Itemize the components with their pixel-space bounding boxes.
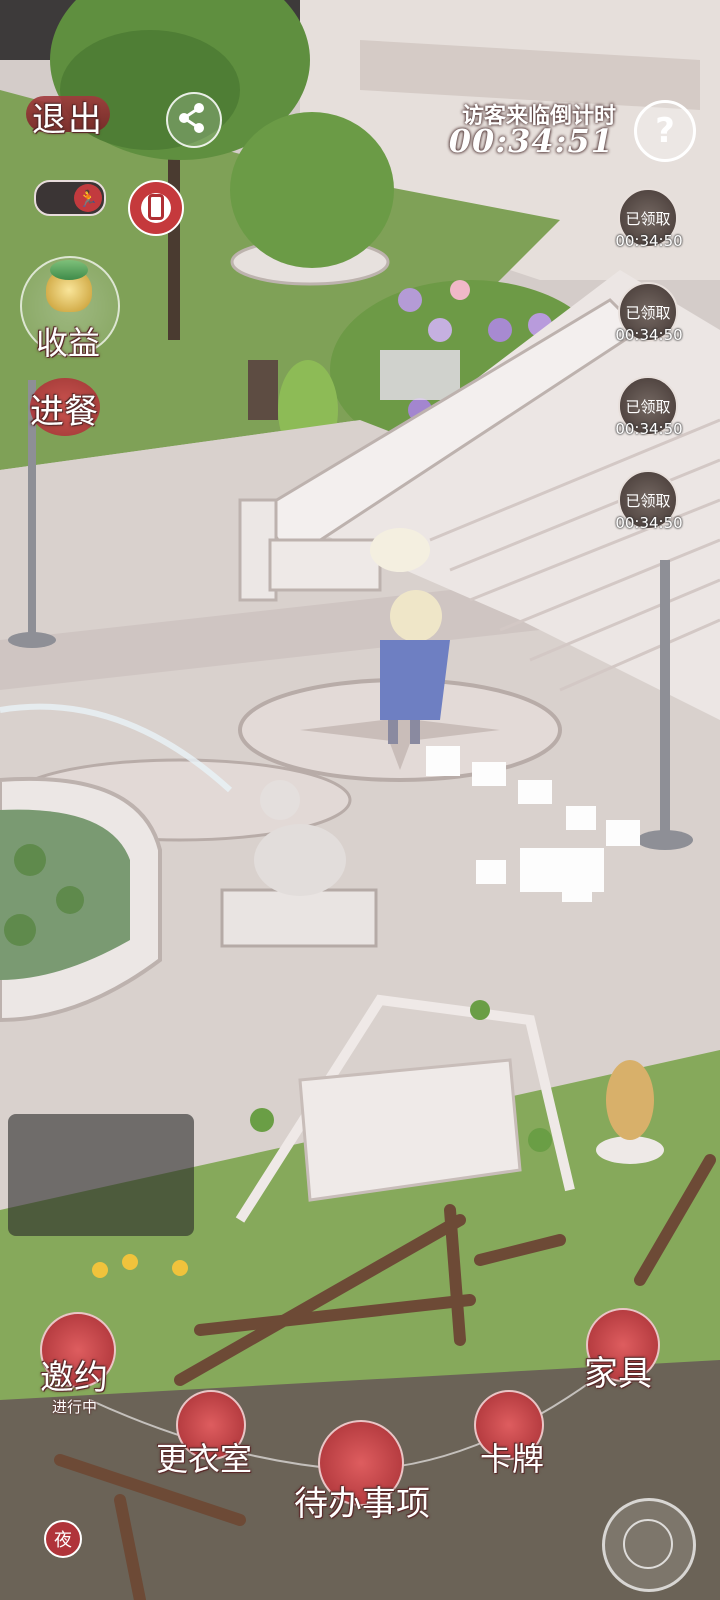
todo-label: 待办事项	[294, 1484, 430, 1524]
visitor-status: 已领取	[625, 491, 671, 510]
visitor-timer: 00:34:50	[615, 420, 683, 438]
wardrobe-button[interactable]: 更衣室	[152, 1384, 272, 1484]
gold-pot-lid	[50, 260, 88, 280]
visitor-timer: 00:34:50	[615, 514, 683, 532]
income-label: 收益	[36, 324, 101, 362]
exit-button[interactable]: 退出	[10, 86, 122, 144]
income-button[interactable]: 收益	[12, 256, 120, 366]
invite-button[interactable]: 邀约 进行中	[32, 1304, 142, 1416]
visitor-status: 已领取	[625, 303, 671, 322]
help-icon: ?	[655, 111, 675, 151]
visitor-timer: 00:34:50	[615, 326, 683, 344]
cards-button[interactable]: 卡牌	[468, 1384, 568, 1484]
todo-button[interactable]: 待办事项	[290, 1420, 430, 1524]
exit-label: 退出	[32, 100, 104, 140]
help-button[interactable]: ?	[634, 100, 696, 162]
phone-icon	[148, 194, 164, 220]
visitor-slot-3[interactable]: 已领取 00:34:50	[606, 376, 702, 456]
visitor-status: 已领取	[625, 397, 671, 416]
meal-button[interactable]: 进餐	[24, 378, 110, 436]
visitor-slot-2[interactable]: 已领取 00:34:50	[606, 282, 702, 362]
meal-label: 进餐	[30, 392, 98, 432]
camera-button[interactable]	[602, 1498, 696, 1592]
visitor-timer: 00:34:50	[615, 232, 683, 250]
share-button[interactable]	[166, 92, 222, 148]
phone-button[interactable]	[128, 180, 184, 236]
visitor-countdown-time: 00:34:51	[448, 122, 614, 160]
invite-label: 邀约	[40, 1358, 108, 1398]
night-label: 夜	[54, 1530, 72, 1551]
overlay-panel	[8, 1114, 194, 1236]
visitor-status: 已领取	[625, 209, 671, 228]
camera-icon	[623, 1519, 673, 1569]
visitor-slot-4[interactable]: 已领取 00:34:50	[606, 470, 702, 550]
invite-status: 进行中	[52, 1398, 98, 1416]
share-icon	[179, 103, 204, 133]
running-icon: 🏃	[74, 184, 102, 212]
cards-label: 卡牌	[480, 1440, 545, 1478]
furniture-label: 家具	[584, 1354, 652, 1394]
furniture-button[interactable]: 家具	[580, 1300, 680, 1400]
wardrobe-label: 更衣室	[156, 1440, 253, 1478]
night-mode-button[interactable]: 夜	[44, 1520, 82, 1558]
visitor-slot-1[interactable]: 已领取 00:34:50	[606, 188, 702, 268]
auto-run-toggle[interactable]: 🏃	[34, 180, 106, 216]
